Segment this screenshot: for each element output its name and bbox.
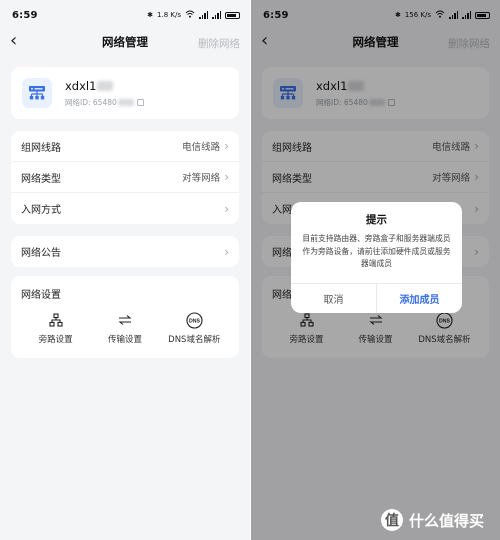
row-network-type[interactable]: 网络类型 对等网络 › bbox=[11, 162, 239, 193]
dialog-message: 目前支持路由器、旁路盒子和服务器端成员作为旁路设备，请前往添加硬件成员或服务器端… bbox=[302, 234, 451, 268]
network-sitemap-icon bbox=[22, 78, 52, 108]
redaction bbox=[117, 98, 134, 106]
tool-label: 传输设置 bbox=[107, 335, 142, 345]
row-label: 组网线路 bbox=[21, 142, 61, 154]
row-announcement[interactable]: 网络公告 › bbox=[11, 236, 239, 267]
network-settings-card: 网络设置 旁路设置 传输设置 DNS DNS域名解析 bbox=[11, 276, 239, 358]
dialog-buttons: 取消 添加成员 bbox=[291, 283, 462, 313]
net-speed: 1.8 K/s bbox=[157, 11, 181, 19]
screen-network-management-dialog: 6:59 ✱ 156 K/s ‹ 网络管理 删除网络 xdxl1 网络ID: 6… bbox=[250, 0, 500, 540]
battery-icon bbox=[225, 11, 240, 19]
status-icons: ✱ 1.8 K/s bbox=[147, 10, 240, 20]
tool-label: DNS域名解析 bbox=[168, 335, 221, 345]
transfer-settings-button[interactable]: 传输设置 bbox=[90, 312, 159, 345]
screen-network-management: 6:59 ✱ 1.8 K/s ‹ 网络管理 删除网络 xdxl1 网络ID: 6… bbox=[0, 0, 250, 540]
settings-title: 网络设置 bbox=[21, 290, 61, 301]
network-topology-icon bbox=[49, 312, 63, 328]
network-info-card: xdxl1 网络ID: 65480 bbox=[11, 67, 239, 119]
redaction bbox=[97, 80, 114, 91]
dns-icon: DNS bbox=[186, 311, 203, 329]
watermark-logo-icon: 值 bbox=[380, 509, 403, 531]
delete-network-button[interactable]: 删除网络 bbox=[198, 36, 240, 51]
chevron-right-icon: › bbox=[224, 170, 229, 184]
network-id: 网络ID: 65480 bbox=[65, 97, 144, 108]
row-value: 电信线路 bbox=[182, 142, 221, 153]
network-options-card: 组网线路 电信线路› 网络类型 对等网络› 入网方式 › bbox=[11, 131, 239, 224]
prompt-dialog: 提示 目前支持路由器、旁路盒子和服务器端成员作为旁路设备，请前往添加硬件成员或服… bbox=[291, 202, 462, 313]
row-value: 对等网络 bbox=[182, 173, 221, 184]
add-member-button[interactable]: 添加成员 bbox=[377, 284, 462, 313]
copy-icon[interactable] bbox=[136, 98, 144, 106]
bluetooth-icon: ✱ bbox=[147, 11, 154, 19]
status-time: 6:59 bbox=[12, 9, 38, 21]
tool-label: 旁路设置 bbox=[38, 335, 73, 345]
dialog-title: 提示 bbox=[366, 214, 387, 226]
row-label: 网络类型 bbox=[21, 173, 61, 185]
watermark-text: 什么值得买 bbox=[408, 511, 484, 530]
announcement-card: 网络公告 › bbox=[11, 236, 239, 267]
row-join-method[interactable]: 入网方式 › bbox=[11, 193, 239, 224]
signal-icon bbox=[199, 11, 208, 19]
signal-icon bbox=[212, 11, 221, 19]
watermark: 值 什么值得买 bbox=[380, 509, 484, 531]
chevron-right-icon: › bbox=[224, 244, 229, 259]
nav-bar: ‹ 网络管理 删除网络 bbox=[0, 30, 250, 54]
bypass-settings-button[interactable]: 旁路设置 bbox=[21, 312, 90, 345]
network-name: xdxl1 bbox=[65, 79, 144, 93]
back-icon[interactable]: ‹ bbox=[10, 32, 17, 50]
page-title: 网络管理 bbox=[102, 35, 148, 49]
chevron-right-icon: › bbox=[224, 139, 229, 153]
row-label: 网络公告 bbox=[21, 248, 61, 259]
row-label: 入网方式 bbox=[21, 205, 61, 216]
cancel-button[interactable]: 取消 bbox=[291, 284, 377, 313]
settings-tools: 旁路设置 传输设置 DNS DNS域名解析 bbox=[21, 311, 229, 345]
status-bar: 6:59 ✱ 1.8 K/s bbox=[0, 0, 250, 30]
chevron-right-icon: › bbox=[224, 201, 229, 216]
transfer-arrows-icon bbox=[118, 312, 132, 328]
wifi-icon bbox=[185, 10, 195, 20]
dns-settings-button[interactable]: DNS DNS域名解析 bbox=[160, 311, 229, 345]
dns-icon-text: DNS bbox=[189, 318, 200, 324]
row-route[interactable]: 组网线路 电信线路 › bbox=[11, 131, 239, 162]
